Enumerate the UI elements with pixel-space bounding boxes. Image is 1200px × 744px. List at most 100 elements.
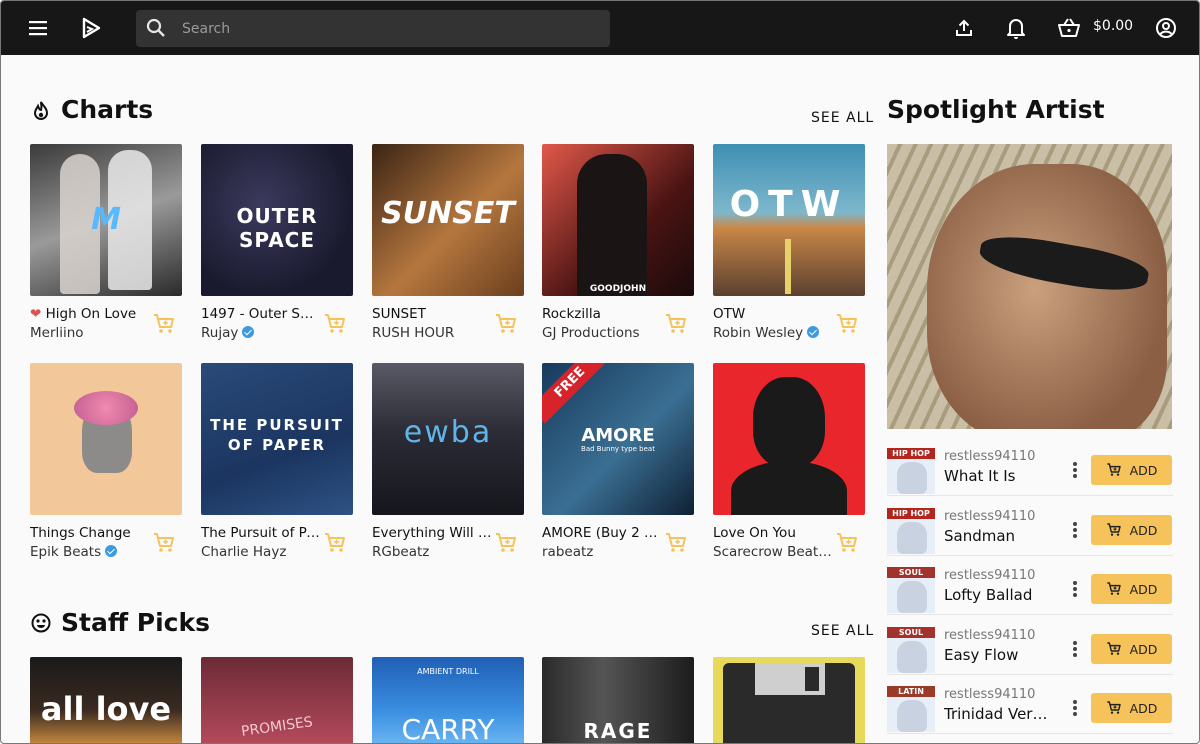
add-to-cart-icon[interactable] (323, 531, 347, 555)
spotlight-track-3[interactable]: SOUL restless94110 Lofty Ballad ADD (887, 565, 1173, 615)
cover-text: AMORE (581, 425, 655, 446)
more-options-icon[interactable] (1069, 640, 1081, 660)
cover-art[interactable]: GOODJOHN (542, 144, 694, 296)
spotlight-track-2[interactable]: HIP HOP restless94110 Sandman ADD (887, 506, 1173, 556)
track-artist[interactable]: RGbeatz (372, 544, 492, 560)
more-options-icon[interactable] (1069, 521, 1081, 541)
cover-art[interactable] (30, 363, 182, 515)
logo-icon[interactable] (78, 15, 104, 41)
track-user[interactable]: restless94110 (944, 509, 1035, 524)
add-to-cart-button[interactable]: ADD (1091, 634, 1172, 664)
cover-text: SUNSET (381, 196, 515, 231)
cart-add-icon (1106, 582, 1121, 595)
track-artist[interactable]: GJ Productions (542, 325, 662, 341)
add-to-cart-icon[interactable] (323, 312, 347, 336)
account-icon[interactable] (1153, 15, 1179, 41)
track-artist[interactable]: Epik Beats (30, 544, 150, 560)
cover-art[interactable]: OTW (713, 144, 865, 296)
cart-add-icon (1106, 642, 1121, 655)
staff-pick-cover-4[interactable]: RAGE (542, 657, 694, 743)
track-user[interactable]: restless94110 (944, 568, 1035, 583)
track-artist[interactable]: Merliino (30, 325, 150, 341)
cover-art[interactable]: THE PURSUIT OF PAPER (201, 363, 353, 515)
add-to-cart-icon[interactable] (835, 312, 859, 336)
cart-add-icon (1106, 463, 1121, 476)
genre-label: HIP HOP (887, 508, 935, 519)
add-label: ADD (1129, 641, 1158, 657)
cover-art[interactable]: ewba (372, 363, 524, 515)
cover-art[interactable]: OUTER SPACE (201, 144, 353, 296)
spotlight-track-4[interactable]: SOUL restless94110 Easy Flow ADD (887, 625, 1173, 675)
cover-text: GOODJOHN (589, 284, 647, 294)
cart-total[interactable]: $0.00 (1093, 18, 1133, 34)
add-to-cart-button[interactable]: ADD (1091, 515, 1172, 545)
cover-art[interactable]: SUNSET (372, 144, 524, 296)
add-to-cart-icon[interactable] (152, 531, 176, 555)
charts-see-all-link[interactable]: SEE ALL (811, 110, 874, 126)
track-title: Things Change (30, 525, 131, 541)
cover-art[interactable]: M (30, 144, 182, 296)
add-to-cart-icon[interactable] (664, 531, 688, 555)
staff-picks-see-all-link[interactable]: SEE ALL (811, 623, 874, 639)
spotlight-track-5[interactable]: LATIN restless94110 Trinidad Vertical AD… (887, 684, 1173, 734)
track-thumbnail[interactable]: SOUL (887, 567, 935, 613)
track-artist[interactable]: rabeatz (542, 544, 662, 560)
track-name[interactable]: Sandman (944, 527, 1052, 545)
more-options-icon[interactable] (1069, 699, 1081, 719)
track-artist[interactable]: Rujay (201, 325, 321, 341)
add-to-cart-icon[interactable] (494, 312, 518, 336)
cover-logo: M (91, 202, 121, 237)
track-artist[interactable]: Charlie Hayz (201, 544, 321, 560)
track-thumbnail[interactable]: SOUL (887, 627, 935, 673)
track-title: AMORE (Buy 2 - Get 1 Free) (542, 525, 662, 541)
add-label: ADD (1129, 522, 1158, 538)
app-frame: $0.00 Charts SEE ALL M ❤︎ High On Love M… (0, 0, 1200, 744)
add-to-cart-button[interactable]: ADD (1091, 574, 1172, 604)
track-user[interactable]: restless94110 (944, 628, 1035, 643)
staff-pick-cover-2[interactable]: PROMISES (201, 657, 353, 743)
add-to-cart-icon[interactable] (664, 312, 688, 336)
track-thumbnail[interactable]: LATIN (887, 686, 935, 732)
verified-badge-icon (242, 326, 255, 338)
spotlight-artist-photo[interactable] (887, 144, 1172, 429)
track-artist[interactable]: Scarecrow Beats (713, 544, 833, 560)
staff-pick-cover-3[interactable]: AMBIENT DRILL CARRY (372, 657, 524, 743)
track-title: The Pursuit of Paper (201, 525, 321, 541)
add-to-cart-button[interactable]: ADD (1091, 693, 1172, 723)
upload-icon[interactable] (951, 15, 977, 41)
menu-icon[interactable] (25, 15, 51, 41)
track-title: OTW (713, 306, 746, 322)
more-options-icon[interactable] (1069, 461, 1081, 481)
cart-icon[interactable] (1056, 15, 1082, 41)
cover-art[interactable] (713, 363, 865, 515)
track-artist[interactable]: Robin Wesley (713, 325, 833, 341)
verified-badge-icon (105, 545, 118, 557)
staff-pick-cover-5[interactable] (713, 657, 865, 743)
add-label: ADD (1129, 462, 1158, 478)
spotlight-track-1[interactable]: HIP HOP restless94110 What It Is ADD (887, 446, 1173, 496)
track-thumbnail[interactable]: HIP HOP (887, 448, 935, 494)
track-artist[interactable]: RUSH HOUR (372, 325, 492, 341)
track-user[interactable]: restless94110 (944, 687, 1035, 702)
track-name[interactable]: Trinidad Vertical (944, 705, 1052, 723)
add-label: ADD (1129, 581, 1158, 597)
top-bar: $0.00 (1, 1, 1199, 55)
track-name[interactable]: Easy Flow (944, 646, 1052, 664)
track-user[interactable]: restless94110 (944, 449, 1035, 464)
track-name[interactable]: What It Is (944, 467, 1052, 485)
add-to-cart-icon[interactable] (152, 312, 176, 336)
add-to-cart-icon[interactable] (494, 531, 518, 555)
add-to-cart-button[interactable]: ADD (1091, 455, 1172, 485)
notification-bell-icon[interactable] (1003, 15, 1029, 41)
search-bar[interactable] (136, 10, 610, 47)
cart-add-icon (1106, 701, 1121, 714)
track-thumbnail[interactable]: HIP HOP (887, 508, 935, 554)
search-input[interactable] (182, 10, 602, 47)
add-to-cart-icon[interactable] (835, 531, 859, 555)
track-name[interactable]: Lofty Ballad (944, 586, 1052, 604)
cover-art[interactable]: FREE AMORE Bad Bunny type beat (542, 363, 694, 515)
staff-pick-cover-1[interactable]: all love (30, 657, 182, 743)
more-options-icon[interactable] (1069, 580, 1081, 600)
cover-subtext: AMBIENT DRILL (417, 667, 479, 676)
verified-badge-icon (807, 326, 820, 338)
